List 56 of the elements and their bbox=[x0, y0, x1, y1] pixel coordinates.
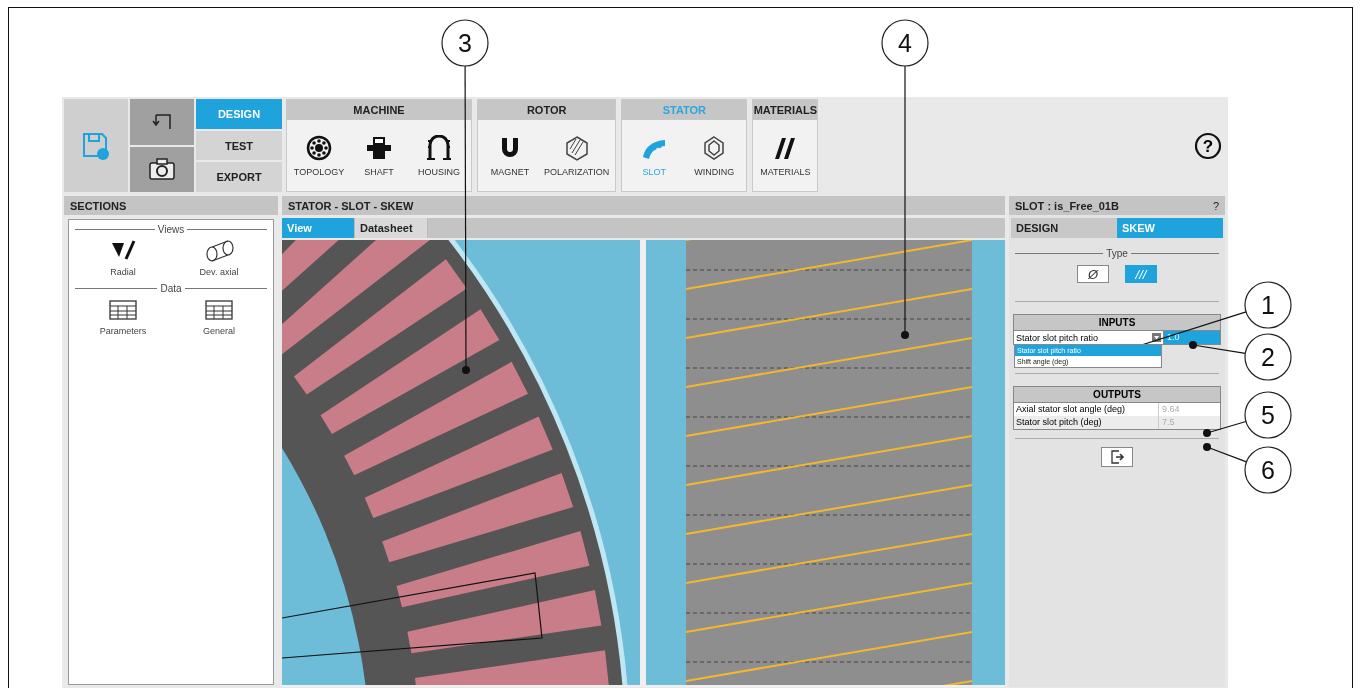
callout-marker: 5 bbox=[1244, 391, 1292, 439]
callout-marker: 4 bbox=[881, 19, 929, 67]
table-header: OUTPUTS bbox=[1014, 387, 1220, 403]
leader-line bbox=[1203, 420, 1247, 437]
ribbon-group-title: MATERIALS bbox=[753, 100, 818, 120]
housing-icon[interactable] bbox=[425, 134, 453, 161]
export-button[interactable] bbox=[1101, 447, 1133, 467]
callout-marker: 1 bbox=[1244, 281, 1292, 329]
save-icon bbox=[81, 130, 111, 161]
callout-marker: 2 bbox=[1244, 333, 1292, 381]
table-cell-text: 9.64 bbox=[1161, 403, 1181, 416]
panel-tab[interactable]: DESIGN bbox=[1011, 218, 1117, 238]
section-link[interactable]: Dev. axial bbox=[199, 267, 239, 277]
panel-title: SLOT : is_Free_01B bbox=[1015, 199, 1119, 212]
caret-icon bbox=[1152, 333, 1161, 342]
ribbon-button[interactable]: HOUSING bbox=[418, 166, 460, 177]
wheel-icon[interactable] bbox=[305, 134, 333, 161]
leader-line bbox=[1203, 443, 1248, 463]
section-link[interactable]: Parameters bbox=[99, 326, 147, 336]
mode-tab[interactable]: TEST bbox=[196, 130, 282, 161]
table-icon[interactable] bbox=[108, 298, 138, 322]
ribbon-button[interactable]: SHAFT bbox=[364, 166, 394, 177]
group-legend: Views bbox=[157, 224, 185, 235]
help-icon[interactable]: ? bbox=[1194, 131, 1222, 160]
ribbon-button[interactable]: POLARIZATION bbox=[544, 166, 610, 177]
ribbon-button[interactable]: MATERIALS bbox=[760, 166, 811, 177]
view-tab[interactable]: Datasheet bbox=[355, 218, 428, 238]
help-link[interactable]: ? bbox=[1212, 199, 1219, 212]
ribbon-button[interactable]: MAGNET bbox=[490, 166, 530, 177]
skew-type-button[interactable]: Ø bbox=[1077, 265, 1109, 283]
panel-header: STATOR - SLOT - SKEW bbox=[282, 196, 1005, 215]
callout-marker: 3 bbox=[441, 19, 489, 67]
return-arrow-icon bbox=[150, 112, 174, 131]
group-legend: Type bbox=[1106, 248, 1128, 259]
ribbon-group-title: ROTOR bbox=[478, 100, 616, 120]
parameter-dropdown[interactable]: Stator slot pitch ratio bbox=[1014, 331, 1164, 344]
cylinder-icon[interactable] bbox=[204, 239, 234, 263]
table-cell: Stator slot pitch (deg) bbox=[1014, 416, 1159, 429]
mode-tab[interactable]: EXPORT bbox=[196, 162, 282, 192]
camera-icon bbox=[149, 158, 175, 181]
ribbon-button[interactable]: TOPOLOGY bbox=[293, 166, 345, 177]
section-link[interactable]: General bbox=[203, 326, 235, 336]
section-link[interactable]: Radial bbox=[110, 267, 136, 277]
table-header: INPUTS bbox=[1014, 315, 1220, 331]
exit-icon bbox=[1109, 449, 1125, 465]
shaft-icon[interactable] bbox=[365, 134, 393, 161]
callout-marker: 6 bbox=[1244, 446, 1292, 494]
undo-button[interactable] bbox=[130, 99, 194, 145]
group-legend: Data bbox=[160, 283, 182, 294]
ribbon-group-title: MACHINE bbox=[287, 100, 471, 120]
screenshot-button[interactable] bbox=[130, 146, 194, 192]
ribbon-button[interactable]: WINDING bbox=[694, 166, 735, 177]
table-icon[interactable] bbox=[204, 298, 234, 322]
ribbon-group-title: STATOR bbox=[622, 100, 747, 120]
table-cell-text: 7.5 bbox=[1161, 416, 1176, 429]
panel-header: SECTIONS bbox=[64, 196, 278, 215]
